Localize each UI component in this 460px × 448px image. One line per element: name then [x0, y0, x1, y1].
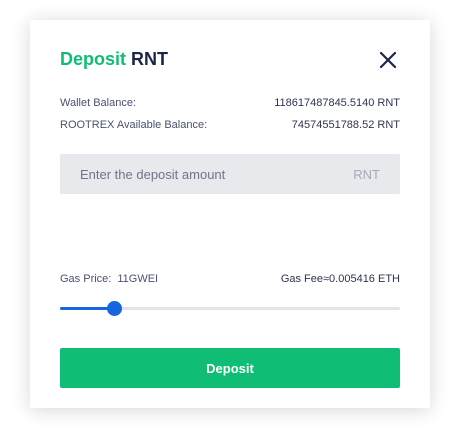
wallet-balance-row: Wallet Balance: 118617487845.5140 RNT [60, 97, 400, 111]
deposit-amount-box: RNT [60, 154, 400, 194]
wallet-balance-label: Wallet Balance: [60, 97, 137, 109]
gas-price-value: 11GWEI [117, 273, 159, 285]
dialog-title-token: RNT [131, 49, 169, 69]
deposit-button[interactable]: Deposit [60, 348, 400, 388]
slider-thumb[interactable] [107, 301, 122, 316]
gas-price: Gas Price: 11GWEI [60, 273, 158, 285]
close-icon[interactable] [378, 50, 398, 70]
rootrex-balance-label: ROOTREX Available Balance: [60, 119, 208, 131]
rootrex-balance-row: ROOTREX Available Balance: 74574551788.5… [60, 119, 400, 133]
gas-price-label: Gas Price: [60, 273, 112, 285]
gas-price-slider[interactable] [60, 300, 400, 316]
deposit-unit-label: RNT [353, 167, 380, 182]
dialog-title: Deposit RNT [60, 49, 168, 70]
dialog-title-accent: Deposit [60, 49, 127, 69]
wallet-balance-value: 118617487845.5140 RNT [274, 97, 400, 109]
deposit-amount-input[interactable] [60, 154, 340, 194]
gas-fee: Gas Fee≈0.005416 ETH [280, 273, 400, 285]
rootrex-balance-value: 74574551788.52 RNT [291, 119, 400, 131]
deposit-dialog: Deposit RNT Wallet Balance: 118617487845… [30, 20, 430, 408]
slider-fill [60, 307, 114, 310]
gas-row: Gas Price: 11GWEI Gas Fee≈0.005416 ETH [60, 273, 400, 287]
